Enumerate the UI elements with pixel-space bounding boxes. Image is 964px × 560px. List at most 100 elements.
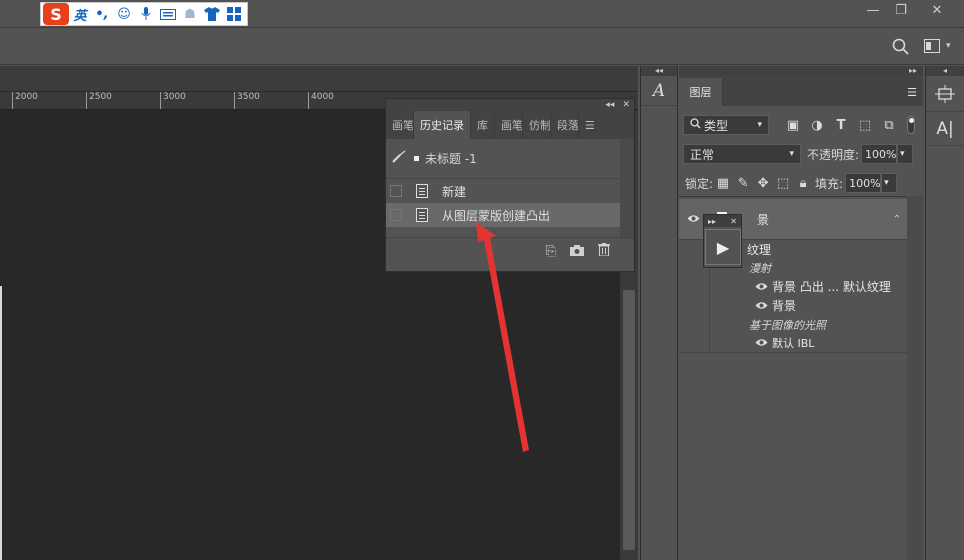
eye-icon[interactable] (687, 212, 700, 226)
character-styles-icon[interactable]: A| (926, 112, 964, 146)
close-icon[interactable]: ✕ (622, 100, 630, 110)
eye-icon[interactable] (755, 280, 768, 294)
layer-name: 景 (757, 212, 770, 227)
history-checkbox[interactable] (390, 185, 402, 197)
skin-icon[interactable]: ☗ (179, 3, 201, 25)
image-filter-icon[interactable]: ▣ (783, 118, 803, 133)
lock-paint-icon[interactable]: ✎ (733, 176, 753, 191)
blend-mode-select[interactable]: 正常 ▾ (683, 144, 801, 164)
properties-panel-icon[interactable] (926, 76, 964, 112)
tab-library[interactable]: 库 (471, 111, 495, 139)
keyboard-icon[interactable] (157, 3, 179, 25)
chevron-down-icon[interactable]: ▾ (946, 41, 951, 51)
layers-panel: ▸▸ 图层 ☰ 类型 ▾ ▣ ◑ T ⬚ ⧉ 正常 ▾ 不透明度: 100% ▾… (679, 66, 923, 560)
blend-mode-value: 正常 (690, 147, 715, 162)
expand-icon[interactable]: ▸▸ (708, 217, 716, 226)
tab-brush[interactable]: 画笔 (386, 111, 414, 139)
document-icon (416, 208, 428, 222)
trash-icon[interactable] (598, 243, 610, 260)
restore-icon[interactable]: ❐ (884, 0, 918, 20)
opacity-input[interactable]: 100% (861, 144, 898, 164)
lock-artboard-icon[interactable]: ⬚ (773, 176, 793, 191)
play-icon[interactable]: ▶ (705, 229, 741, 265)
search-icon (690, 118, 701, 132)
ruler-tick: 4000 (308, 92, 334, 109)
sogou-logo-icon[interactable]: S (43, 3, 69, 25)
grid-icon[interactable] (223, 3, 245, 25)
fill-input[interactable]: 100% (845, 173, 882, 193)
texture-label: 纹理 (747, 242, 772, 257)
effect-row-bg-extrude[interactable]: 背景 凸出 ... 默认纹理 (679, 277, 907, 296)
chevron-down-icon: ▾ (789, 149, 794, 159)
effect-row-ibl[interactable]: 基于图像的光照 (679, 315, 907, 334)
opacity-label: 不透明度: (807, 147, 860, 162)
panel-menu-icon[interactable]: ☰ (901, 78, 923, 106)
smiley-icon[interactable]: ☺ (113, 3, 135, 25)
history-item-label: 从图层蒙版创建凸出 (442, 208, 551, 223)
ibl-label: 基于图像的光照 (749, 318, 826, 332)
history-brush-icon[interactable] (392, 150, 408, 167)
tab-clone[interactable]: 仿制 (523, 111, 551, 139)
panel-menu-icon[interactable]: ☰ (579, 111, 601, 139)
panel-header: ◂◂ ✕ (386, 99, 634, 111)
history-checkbox[interactable] (390, 209, 402, 221)
default-ibl-label: 默认 IBL (772, 337, 815, 350)
eye-icon[interactable] (755, 299, 768, 313)
snapshot-thumbnail (414, 156, 419, 161)
collapse-icon[interactable]: ◂◂ (605, 100, 614, 110)
tab-history[interactable]: 历史记录 (414, 111, 471, 139)
snapshot-label: 未标题 -1 (425, 152, 477, 166)
lock-all-icon[interactable]: 🔒︎ (793, 176, 813, 191)
expand-icon[interactable]: ◂ (926, 66, 964, 76)
collapsed-panel-strip-right: ◂ A| (925, 66, 964, 560)
lock-position-icon[interactable]: ✥ (753, 176, 773, 191)
layer-filter-select[interactable]: 类型 ▾ (683, 115, 769, 135)
document-icon (416, 184, 428, 198)
type-filter-icon[interactable]: T (831, 118, 851, 133)
effect-row-default-ibl[interactable]: 默认 IBL (679, 334, 907, 353)
chevron-down-icon[interactable]: ▾ (881, 173, 898, 193)
eye-icon[interactable] (755, 336, 768, 350)
character-panel-icon[interactable]: A (641, 76, 677, 106)
history-item[interactable]: 新建 (386, 179, 634, 203)
tab-brush-2[interactable]: 画笔 (495, 111, 523, 139)
history-item-label: 新建 (442, 184, 467, 199)
scroll-thumb[interactable] (623, 290, 635, 550)
lock-label: 锁定: (685, 176, 714, 191)
ruler-tick: 2500 (86, 92, 112, 109)
ime-toolbar: S 英 •, ☺ ☗ (40, 2, 248, 26)
chevron-down-icon[interactable]: ▾ (897, 144, 914, 164)
history-snapshot[interactable]: 未标题 -1 (386, 139, 634, 179)
title-bar: S 英 •, ☺ ☗ — ❐ ✕ (0, 0, 964, 28)
shirt-icon[interactable] (201, 3, 223, 25)
microphone-icon[interactable] (135, 3, 157, 25)
close-icon[interactable]: ✕ (920, 0, 954, 20)
search-icon[interactable] (892, 38, 910, 59)
lock-transparent-icon[interactable]: ▦ (713, 176, 733, 191)
layers-tabs: 图层 ☰ (679, 76, 923, 106)
ime-mode-toggle[interactable]: 英 (69, 3, 91, 25)
smart-object-filter-icon[interactable]: ⧉ (879, 118, 899, 133)
workspace-icon[interactable] (924, 39, 940, 56)
collapse-icon[interactable]: ▸▸ (679, 66, 923, 76)
effect-row-bg[interactable]: 背景 (679, 296, 907, 315)
history-footer: ⎘ (386, 237, 634, 265)
tab-layers[interactable]: 图层 (679, 78, 723, 106)
adjustment-filter-icon[interactable]: ◑ (807, 118, 827, 133)
close-icon[interactable]: ✕ (730, 217, 737, 226)
chevron-up-icon[interactable]: ⌃ (893, 214, 901, 225)
ruler-tick: 3000 (160, 92, 186, 109)
history-tabs: 画笔 历史记录 库 画笔 仿制 段落 ☰ (386, 111, 634, 139)
tab-paragraph[interactable]: 段落 (551, 111, 579, 139)
shape-filter-icon[interactable]: ⬚ (855, 118, 875, 133)
bg-extrude-label: 背景 凸出 ... 默认纹理 (772, 280, 891, 294)
history-item[interactable]: 从图层蒙版创建凸出 (386, 203, 634, 227)
camera-icon[interactable] (570, 244, 584, 260)
ruler-tick: 2000 (12, 92, 38, 109)
layers-scrollbar[interactable] (907, 196, 923, 560)
filter-toggle[interactable] (907, 116, 915, 134)
expand-icon[interactable]: ◂◂ (641, 66, 677, 76)
ime-punct-toggle[interactable]: •, (91, 3, 113, 25)
history-scrollbar[interactable] (620, 139, 634, 239)
new-document-icon[interactable]: ⎘ (546, 244, 556, 259)
